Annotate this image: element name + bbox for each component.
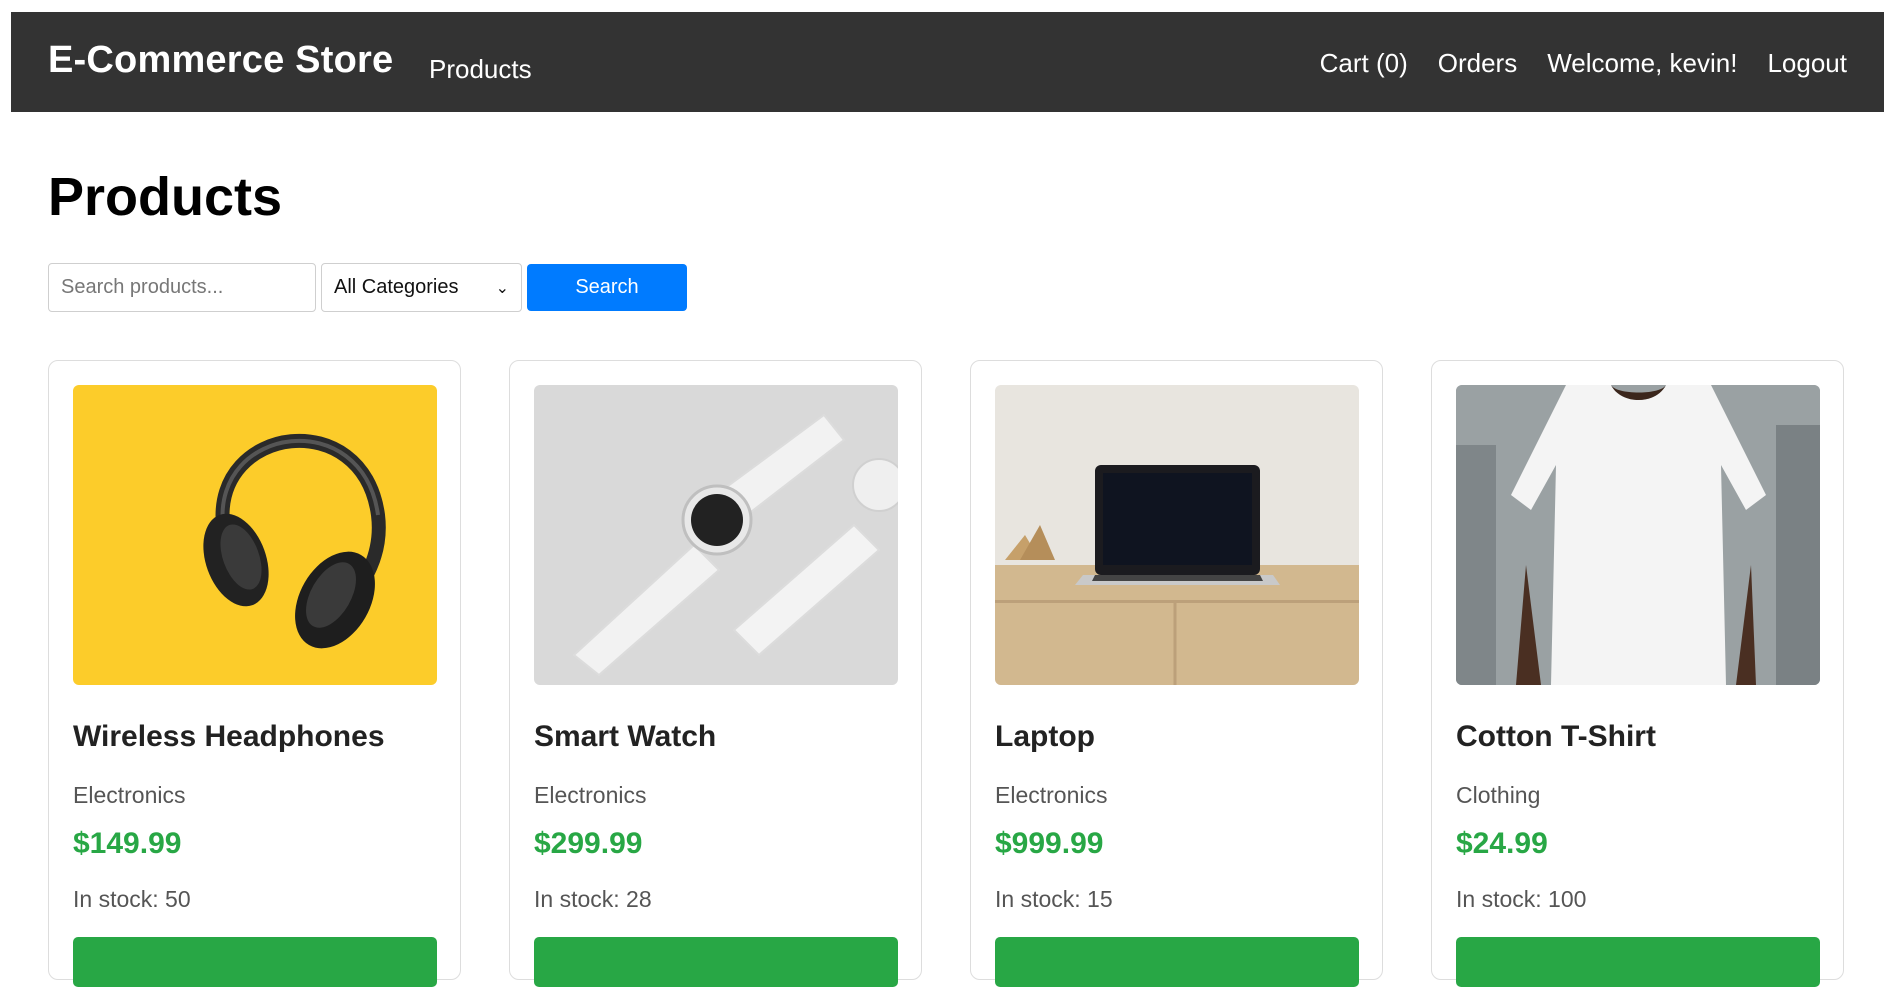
chevron-down-icon: ⌄ — [495, 279, 509, 297]
cart-link[interactable]: Cart (0) — [1320, 48, 1408, 79]
product-stock: In stock: 15 — [995, 886, 1113, 912]
tshirt-illustration — [1456, 385, 1820, 685]
add-to-cart-button[interactable] — [534, 937, 898, 987]
product-card: Cotton T-Shirt Clothing $24.99 In stock:… — [1431, 360, 1844, 987]
welcome-text: Welcome, kevin! — [1547, 48, 1738, 78]
product-image-headphones[interactable] — [73, 385, 437, 685]
add-to-cart-button[interactable] — [995, 937, 1359, 987]
search-button[interactable]: Search — [527, 264, 687, 311]
logout-link[interactable]: Logout — [1767, 48, 1847, 79]
laptop-illustration — [995, 465, 1359, 685]
product-name: Wireless Headphones — [73, 720, 385, 753]
brand-logo[interactable]: E-Commerce Store — [48, 39, 393, 82]
product-category: Electronics — [995, 782, 1108, 808]
product-category: Electronics — [534, 782, 647, 808]
product-name: Cotton T-Shirt — [1456, 720, 1656, 753]
product-name: Smart Watch — [534, 720, 717, 753]
product-stock: In stock: 100 — [1456, 886, 1587, 912]
product-price: $149.99 — [73, 827, 182, 860]
product-category: Clothing — [1456, 782, 1541, 808]
category-selected-value: All Categories — [334, 276, 459, 298]
product-image-tshirt[interactable] — [1456, 385, 1820, 685]
product-card: Wireless Headphones Electronics $149.99 … — [48, 360, 461, 987]
product-card: Smart Watch Electronics $299.99 In stock… — [509, 360, 922, 987]
page-title: Products — [48, 167, 283, 227]
add-to-cart-button[interactable] — [1456, 937, 1820, 987]
product-image-smartwatch[interactable] — [534, 385, 898, 685]
top-navbar: E-Commerce Store Products Cart (0) Order… — [11, 12, 1884, 112]
product-price: $24.99 — [1456, 827, 1548, 860]
search-bar: All Categories ⌄ Search — [48, 263, 687, 312]
product-image-laptop[interactable] — [995, 385, 1359, 685]
product-grid: Wireless Headphones Electronics $149.99 … — [48, 360, 1849, 987]
orders-link[interactable]: Orders — [1438, 48, 1517, 79]
search-input[interactable] — [48, 263, 316, 312]
headphones-illustration — [203, 433, 386, 649]
add-to-cart-button[interactable] — [73, 937, 437, 987]
product-price: $999.99 — [995, 827, 1104, 860]
product-price: $299.99 — [534, 827, 643, 860]
product-card: Laptop Electronics $999.99 In stock: 15 — [970, 360, 1383, 987]
nav-right-group: Cart (0) Orders Welcome, kevin! Logout — [1320, 48, 1847, 79]
product-name: Laptop — [995, 720, 1095, 753]
product-category: Electronics — [73, 782, 186, 808]
category-select[interactable]: All Categories ⌄ — [321, 263, 522, 312]
smartwatch-illustration — [572, 413, 898, 677]
product-stock: In stock: 50 — [73, 886, 191, 912]
nav-products-link[interactable]: Products — [429, 54, 532, 85]
product-stock: In stock: 28 — [534, 886, 652, 912]
